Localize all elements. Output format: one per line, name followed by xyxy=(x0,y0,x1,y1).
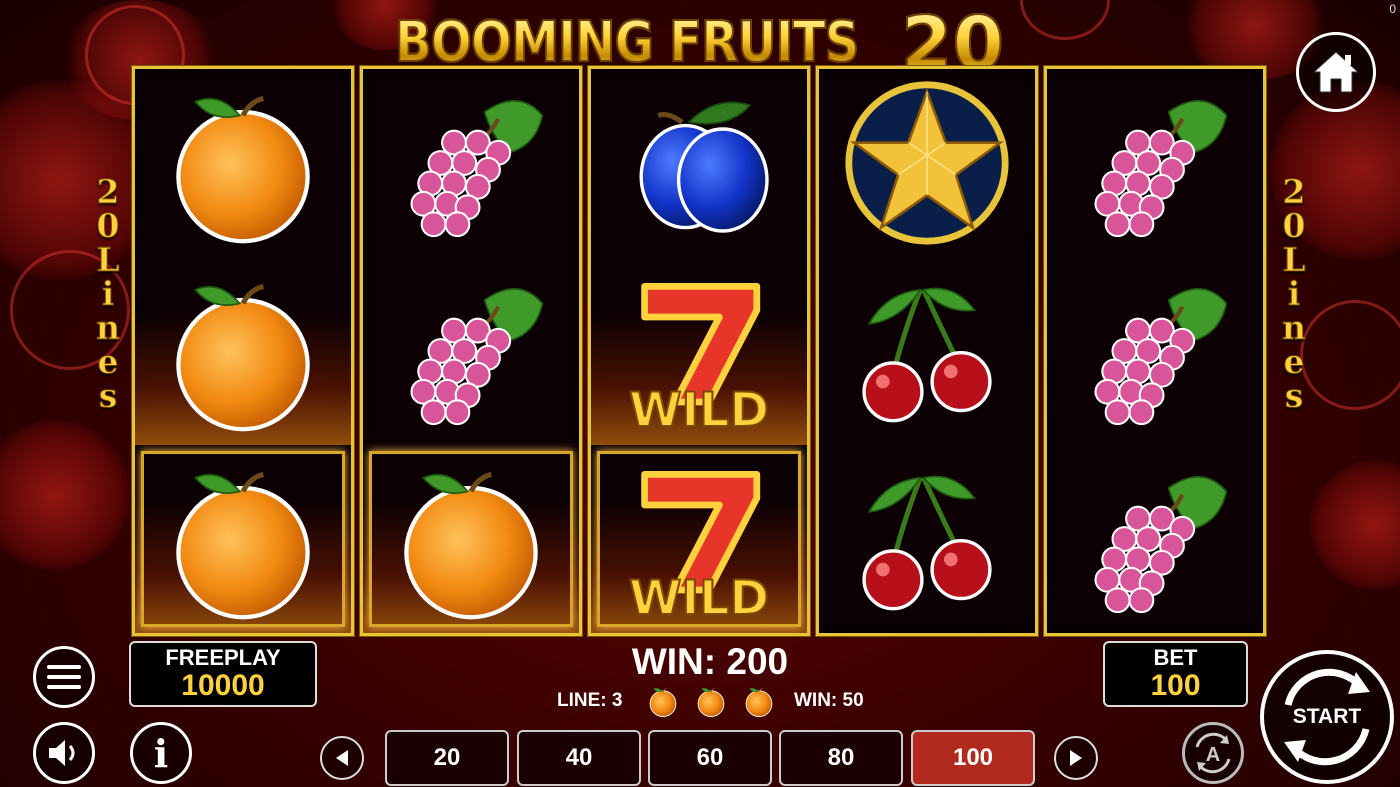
paylines-digit: 0 xyxy=(96,206,120,245)
reel-cell xyxy=(135,257,351,445)
reel-3: WILD WILD xyxy=(588,66,810,636)
orange-icon xyxy=(745,687,773,718)
reel-cell xyxy=(135,69,351,257)
arrow-left-icon xyxy=(336,750,348,766)
svg-text:WILD: WILD xyxy=(629,383,769,436)
bet-option-80[interactable]: 80 xyxy=(779,730,903,786)
bokeh-ring xyxy=(1300,300,1400,410)
paylines-label-left: 2 0 L i n e s xyxy=(88,172,128,415)
cherries-icon xyxy=(862,287,992,423)
star-icon xyxy=(845,81,1009,245)
grapes-icon xyxy=(1094,100,1228,238)
reel-cell xyxy=(1047,69,1263,257)
home-icon xyxy=(1312,51,1360,93)
autoplay-button[interactable]: A xyxy=(1182,722,1244,784)
bet-value: 100 xyxy=(1150,669,1201,702)
orange-icon xyxy=(697,687,725,718)
grapes-icon xyxy=(410,288,544,426)
grapes-icon xyxy=(1094,288,1228,426)
seven-wild-icon: WILD xyxy=(628,283,770,436)
bet-option-100[interactable]: 100 xyxy=(911,730,1035,786)
plum-icon xyxy=(639,101,769,233)
bokeh-light xyxy=(1310,460,1400,590)
bokeh-light xyxy=(0,420,130,570)
grapes-icon xyxy=(1094,476,1228,614)
info-icon: i xyxy=(153,730,169,776)
start-button[interactable]: START xyxy=(1260,650,1394,784)
reel-cell xyxy=(591,69,807,257)
bet-increase-button[interactable] xyxy=(1054,736,1098,780)
paylines-digit: 2 xyxy=(1282,172,1306,211)
bet-label: BET xyxy=(1153,645,1198,670)
paylines-letter: e xyxy=(1283,342,1305,381)
reel-cell-winning xyxy=(135,445,351,633)
reel-4 xyxy=(816,66,1038,636)
menu-icon xyxy=(47,665,81,689)
reel-cell xyxy=(363,69,579,257)
reel-cell xyxy=(819,445,1035,633)
start-label: START xyxy=(1292,705,1362,728)
paylines-label-right: 2 0 L i n e s xyxy=(1274,172,1314,415)
sound-icon xyxy=(49,740,75,766)
freeplay-label: FREEPLAY xyxy=(165,645,281,670)
info-button[interactable]: i xyxy=(130,722,192,784)
orange-icon xyxy=(649,687,677,718)
cherries-icon xyxy=(862,475,992,611)
paylines-letter: L xyxy=(1282,240,1306,279)
paylines-letter: s xyxy=(1284,376,1304,415)
sound-button[interactable] xyxy=(33,722,95,784)
paylines-letter: L xyxy=(96,240,120,279)
reel-cell xyxy=(1047,445,1263,633)
autoplay-icon: A xyxy=(1195,732,1231,774)
reel-5 xyxy=(1044,66,1266,636)
reel-2 xyxy=(360,66,582,636)
reel-cell xyxy=(363,257,579,445)
freeplay-value: 10000 xyxy=(181,669,265,702)
orange-icon xyxy=(176,283,310,432)
grapes-icon xyxy=(410,100,544,238)
bet-option-40[interactable]: 40 xyxy=(517,730,641,786)
bet-display: BET 100 xyxy=(1103,641,1248,707)
reel-cell xyxy=(819,257,1035,445)
line-number: LINE: 3 xyxy=(557,690,623,711)
reel-1 xyxy=(132,66,354,636)
paylines-digit: 0 xyxy=(1282,206,1306,245)
reel-cell xyxy=(1047,257,1263,445)
reel-cell xyxy=(819,69,1035,257)
autoplay-letter: A xyxy=(1206,744,1220,766)
bokeh-ring xyxy=(1020,0,1110,40)
paylines-letter: n xyxy=(96,308,121,347)
reel-cell-winning xyxy=(363,445,579,633)
svg-text:WILD: WILD xyxy=(629,571,769,624)
bet-option-20[interactable]: 20 xyxy=(385,730,509,786)
paylines-letter: i xyxy=(101,274,115,313)
paylines-digit: 2 xyxy=(96,172,120,211)
menu-button[interactable] xyxy=(33,646,95,708)
orange-icon xyxy=(176,95,310,244)
bet-option-60[interactable]: 60 xyxy=(648,730,772,786)
total-win: WIN: 200 xyxy=(631,641,789,682)
orange-icon xyxy=(404,471,538,620)
reel-cell-winning: WILD xyxy=(591,445,807,633)
paylines-letter: i xyxy=(1287,274,1301,313)
orange-icon xyxy=(176,471,310,620)
line-win: WIN: 50 xyxy=(794,690,864,711)
paylines-letter: e xyxy=(97,342,119,381)
freeplay-balance: FREEPLAY 10000 xyxy=(129,641,317,707)
arrow-right-icon xyxy=(1070,750,1082,766)
paylines-letter: s xyxy=(98,376,118,415)
home-button[interactable] xyxy=(1296,32,1376,112)
seven-wild-icon: WILD xyxy=(628,471,770,624)
paylines-letter: n xyxy=(1282,308,1307,347)
corner-counter: 0 xyxy=(1389,2,1396,16)
bet-decrease-button[interactable] xyxy=(320,736,364,780)
reel-cell: WILD xyxy=(591,257,807,445)
